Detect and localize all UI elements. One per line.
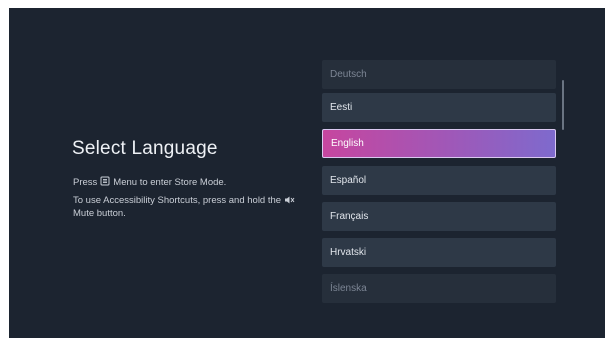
menu-icon — [100, 176, 110, 189]
accessibility-hint: To use Accessibility Shortcuts, press an… — [73, 195, 313, 219]
language-label: Español — [330, 175, 367, 186]
language-label: Hrvatski — [330, 247, 367, 258]
language-item-hrvatski[interactable]: Hrvatski — [322, 238, 556, 267]
list-scrollbar[interactable] — [562, 80, 564, 130]
language-label: Deutsch — [330, 69, 367, 80]
store-mode-hint-post: Menu to enter Store Mode. — [113, 177, 227, 188]
page-title: Select Language — [72, 138, 218, 159]
language-label: Eesti — [330, 102, 353, 113]
accessibility-hint-post: Mute button. — [73, 208, 126, 219]
store-mode-hint: Press Menu to enter Store Mode. — [73, 176, 226, 189]
language-item-deutsch[interactable]: Deutsch — [322, 60, 556, 89]
tv-screen: Select Language Press Menu to enter Stor… — [9, 8, 605, 338]
accessibility-hint-pre: To use Accessibility Shortcuts, press an… — [73, 195, 282, 206]
language-item-espanol[interactable]: Español — [322, 166, 556, 195]
store-mode-hint-pre: Press — [73, 177, 98, 188]
language-label: Íslenska — [330, 283, 367, 294]
language-item-eesti[interactable]: Eesti — [322, 93, 556, 122]
language-label: Français — [330, 211, 369, 222]
language-list: Deutsch Eesti English Español Français H… — [322, 60, 558, 338]
language-item-francais[interactable]: Français — [322, 202, 556, 231]
language-item-english[interactable]: English — [322, 129, 556, 158]
language-label: English — [331, 138, 364, 149]
language-item-islenska[interactable]: Íslenska — [322, 274, 556, 303]
mute-icon — [284, 195, 295, 208]
